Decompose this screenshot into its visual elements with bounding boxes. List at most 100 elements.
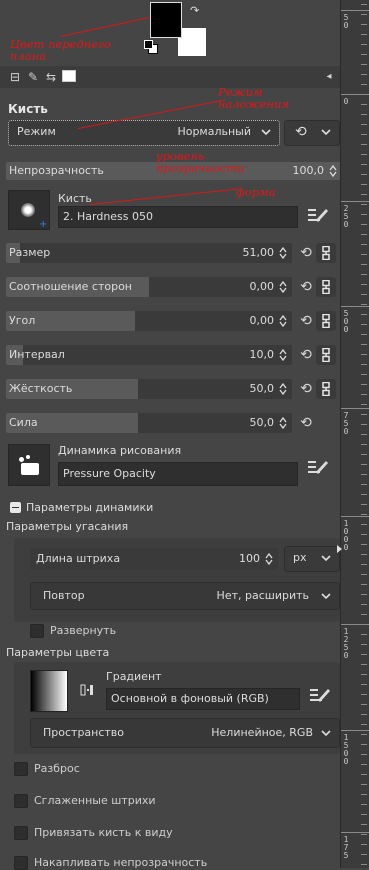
ruler-minor-tick xyxy=(361,454,367,455)
dynamics-name-field[interactable]: Pressure Opacity xyxy=(58,462,298,486)
unit-select[interactable]: px xyxy=(284,546,340,572)
images-tab-icon[interactable] xyxy=(62,70,76,84)
reset-icon[interactable]: ⟲ xyxy=(298,381,314,397)
ruler-tick xyxy=(341,516,369,517)
stroke-length-slider[interactable]: Длина штриха 100 xyxy=(30,548,278,570)
annotation-blend-mode: Режим наложения xyxy=(218,85,290,111)
mode-reset-button[interactable]: ⟲ xyxy=(284,120,340,146)
ruler-minor-tick xyxy=(361,334,367,335)
ruler-minor-tick xyxy=(361,824,367,825)
device-status-tab-icon[interactable]: ✎ xyxy=(26,70,40,84)
space-select[interactable]: Пространство Нелинейное, RGB xyxy=(30,718,340,748)
spin-icon[interactable] xyxy=(278,315,288,327)
ruler-minor-tick xyxy=(361,664,367,665)
slider-value: 0,00 xyxy=(249,280,275,293)
jitter-label: Разброс xyxy=(34,762,80,775)
slider-value: 0,00 xyxy=(249,314,275,327)
reset-icon[interactable]: ⟲ xyxy=(298,313,314,329)
gradient-reverse-button[interactable] xyxy=(74,674,100,706)
ruler-minor-tick xyxy=(361,774,367,775)
link-to-dynamics-button[interactable] xyxy=(316,277,336,297)
ruler-minor-tick xyxy=(361,674,367,675)
gradient-name-field[interactable]: Основной в фоновый (RGB) xyxy=(106,688,300,710)
ruler-minor-tick xyxy=(361,594,367,595)
ruler-minor-tick xyxy=(361,814,367,815)
link-to-dynamics-button[interactable] xyxy=(316,379,336,399)
swap-colors-icon[interactable]: ↷ xyxy=(190,4,199,17)
incremental-label: Накапливать непрозрачность xyxy=(34,856,208,869)
edit-dynamics-icon[interactable] xyxy=(306,456,330,478)
ruler-minor-tick xyxy=(361,24,367,25)
foreground-color-swatch[interactable] xyxy=(150,2,182,38)
ruler-minor-tick xyxy=(361,154,367,155)
spin-icon[interactable] xyxy=(278,247,288,259)
angle-slider[interactable]: Угол 0,00 xyxy=(6,311,292,331)
gradient-preview[interactable] xyxy=(30,670,68,712)
ruler-minor-tick xyxy=(361,614,367,615)
spin-icon[interactable] xyxy=(278,349,288,361)
ruler-label: 1 2 5 0 xyxy=(343,627,349,660)
smooth-stroke-checkbox[interactable] xyxy=(14,794,28,808)
opacity-slider[interactable]: Непрозрачность 100,0 xyxy=(6,162,342,180)
stroke-length-label: Длина штриха xyxy=(36,552,121,565)
ruler-label: 2 5 0 xyxy=(343,204,349,229)
link-to-dynamics-button[interactable] xyxy=(316,311,336,331)
background-color-swatch[interactable] xyxy=(178,28,206,56)
slider-value: 50,0 xyxy=(249,416,275,429)
dynamics-preview[interactable] xyxy=(8,444,50,486)
collapse-icon xyxy=(10,502,21,513)
ruler-tick xyxy=(341,10,369,11)
brush-name-field[interactable]: 2. Hardness 050 xyxy=(58,206,298,228)
brush-preview[interactable]: + xyxy=(8,190,50,230)
ruler-minor-tick xyxy=(361,54,367,55)
hardness-slider[interactable]: Жёсткость 50,0 xyxy=(6,379,292,399)
mode-select[interactable]: Режим Нормальный xyxy=(8,120,280,146)
ruler-position-marker xyxy=(337,545,342,553)
ruler-minor-tick xyxy=(361,144,367,145)
size-slider[interactable]: Размер 51,00 xyxy=(6,243,292,263)
link-to-dynamics-button[interactable] xyxy=(316,345,336,365)
ruler-minor-tick xyxy=(361,134,367,135)
reset-icon[interactable]: ⟲ xyxy=(298,347,314,363)
aspect-ratio-slider[interactable]: Соотношение сторон 0,00 xyxy=(6,277,292,297)
ruler-minor-tick xyxy=(361,854,367,855)
slider-label: Размер xyxy=(9,246,51,259)
reset-icon[interactable]: ⟲ xyxy=(298,279,314,295)
reset-icon[interactable]: ⟲ xyxy=(298,245,314,261)
slider-label: Угол xyxy=(9,314,36,327)
ruler-minor-tick xyxy=(361,634,367,635)
spin-icon[interactable] xyxy=(278,417,288,429)
default-colors-icon[interactable] xyxy=(144,40,158,54)
unit-value: px xyxy=(293,551,307,564)
spin-icon[interactable] xyxy=(278,383,288,395)
force-slider[interactable]: Сила 50,0 xyxy=(6,413,292,433)
jitter-checkbox[interactable] xyxy=(14,762,28,776)
ruler-minor-tick xyxy=(361,494,367,495)
tool-options-tab-icon[interactable]: ⊟ xyxy=(8,70,22,84)
ruler-minor-tick xyxy=(361,514,367,515)
edit-brush-icon[interactable] xyxy=(306,204,330,226)
edit-gradient-icon[interactable] xyxy=(308,684,332,706)
tab-menu-icon[interactable]: ◂ xyxy=(322,70,336,84)
repeat-select[interactable]: Повтор Нет, расширить xyxy=(30,582,340,610)
lock-brush-to-view-checkbox[interactable] xyxy=(14,826,28,840)
spin-icon[interactable] xyxy=(278,281,288,293)
undo-history-tab-icon[interactable]: ⇆ xyxy=(44,70,58,84)
reverse-checkbox[interactable] xyxy=(30,624,44,638)
ruler-minor-tick xyxy=(361,564,367,565)
opacity-value: 100,0 xyxy=(292,164,325,177)
link-to-dynamics-button[interactable] xyxy=(316,243,336,263)
spin-icon[interactable] xyxy=(328,165,338,177)
mode-label: Режим xyxy=(17,125,56,138)
dynamics-options-expander[interactable]: Параметры динамики xyxy=(8,500,308,516)
ruler-minor-tick xyxy=(361,504,367,505)
ruler-minor-tick xyxy=(361,604,367,605)
spacing-slider[interactable]: Интервал 10,0 xyxy=(6,345,292,365)
spin-icon[interactable] xyxy=(264,553,274,565)
chevron-down-icon xyxy=(321,129,331,136)
reset-icon[interactable]: ⟲ xyxy=(298,415,314,431)
ruler-minor-tick xyxy=(361,434,367,435)
opacity-label: Непрозрачность xyxy=(9,164,104,177)
ruler-minor-tick xyxy=(361,234,367,235)
ruler-minor-tick xyxy=(361,654,367,655)
